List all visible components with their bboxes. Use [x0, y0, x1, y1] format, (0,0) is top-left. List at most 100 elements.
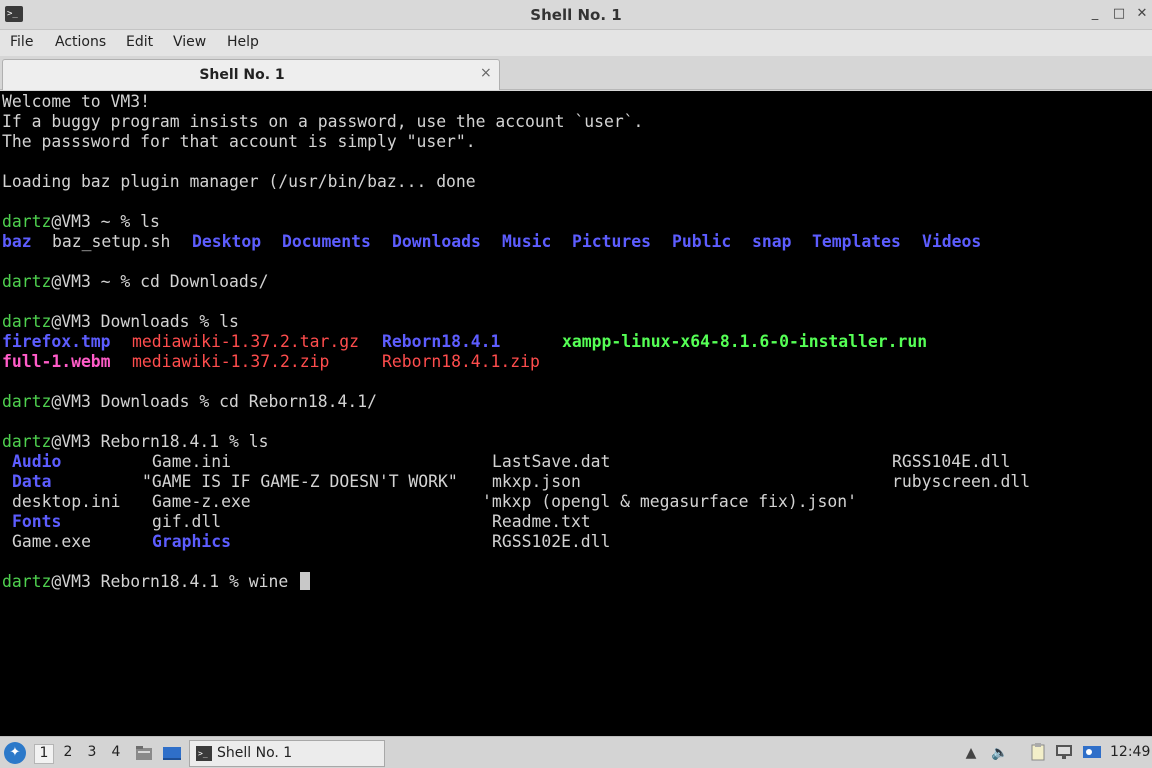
ls-output-reborn-row: Fonts gif.dll Readme.txt	[2, 512, 1102, 532]
tab-label: Shell No. 1	[199, 67, 285, 83]
window-title: Shell No. 1	[530, 6, 622, 24]
prompt-command: cd Downloads/	[140, 272, 269, 291]
ls-entry: Reborn18.4.1	[382, 332, 501, 351]
ls-entry: LastSave.dat	[492, 452, 611, 471]
ls-entry: Fonts	[12, 512, 62, 531]
ls-entry: Game.ini	[152, 452, 231, 471]
prompt-host-path: @VM3 Downloads %	[51, 312, 220, 331]
prompt-user: dartz	[2, 432, 52, 451]
taskbar-task-shell[interactable]: >_ Shell No. 1	[189, 740, 385, 767]
workspace-1[interactable]: 1	[34, 744, 54, 764]
menu-help[interactable]: Help	[227, 34, 259, 50]
terminal-line: Loading baz plugin manager (/usr/bin/baz…	[2, 172, 476, 191]
ls-entry: Desktop	[192, 232, 262, 251]
network-icon[interactable]	[1054, 743, 1074, 763]
ls-entry: baz_setup.sh	[52, 232, 171, 251]
ls-output-reborn-row: Audio Game.ini LastSave.dat RGSS104E.dll	[2, 452, 1102, 472]
workspace-2[interactable]: 2	[58, 744, 78, 764]
prompt-user: dartz	[2, 392, 52, 411]
ls-entry: mkxp.json	[492, 472, 581, 491]
ls-entry: Documents	[282, 232, 371, 251]
ls-entry: Downloads	[392, 232, 481, 251]
ls-entry: Readme.txt	[492, 512, 591, 531]
prompt-host-path: @VM3 Reborn18.4.1 %	[51, 432, 249, 451]
file-manager-icon[interactable]	[134, 743, 154, 763]
text-cursor	[300, 572, 311, 590]
ls-entry: RGSS102E.dll	[492, 532, 611, 551]
workspace-4[interactable]: 4	[106, 744, 126, 764]
prompt-line: dartz@VM3 Downloads % cd Reborn18.4.1/	[2, 392, 377, 412]
taskbar: ✦ 1 2 3 4 >_ Shell No. 1 ▲ 🔈 12:49	[0, 736, 1152, 768]
prompt-command: wine	[248, 572, 299, 591]
tray-up-arrow-icon[interactable]: ▲	[961, 743, 981, 763]
ls-output-reborn-row: desktop.ini Game-z.exe 'mkxp (opengl & m…	[2, 492, 1102, 512]
prompt-host-path: @VM3 ~ %	[51, 212, 141, 231]
workspace-3[interactable]: 3	[82, 744, 102, 764]
ls-entry: "GAME IS IF GAME-Z DOESN'T WORK"	[142, 472, 458, 491]
ls-output-reborn-row: Game.exe Graphics RGSS102E.dll	[2, 532, 1102, 552]
menu-file[interactable]: File	[10, 34, 33, 50]
menu-edit[interactable]: Edit	[126, 34, 153, 50]
maximize-button[interactable]: □	[1110, 5, 1128, 23]
ls-entry: baz	[2, 232, 32, 251]
user-status-icon[interactable]	[1082, 743, 1102, 763]
prompt-line-current[interactable]: dartz@VM3 Reborn18.4.1 % wine	[2, 572, 311, 592]
menu-bar: File Actions Edit View Help	[0, 30, 1152, 56]
ls-entry: Data	[12, 472, 52, 491]
ls-entry: Public	[672, 232, 732, 251]
ls-entry: xampp-linux-x64-8.1.6-0-installer.run	[562, 332, 928, 351]
prompt-command: ls	[248, 432, 269, 451]
terminal-line: Welcome to VM3!	[2, 92, 151, 111]
ls-entry: Graphics	[152, 532, 231, 551]
close-window-button[interactable]: ✕	[1133, 5, 1151, 23]
tab-close-icon[interactable]: ×	[480, 65, 492, 81]
ls-entry: full-1.webm	[2, 352, 111, 371]
ls-entry: Videos	[922, 232, 982, 251]
clipboard-icon[interactable]	[1028, 743, 1048, 763]
prompt-user: dartz	[2, 212, 52, 231]
prompt-line: dartz@VM3 Downloads % ls	[2, 312, 239, 332]
terminal-line: The passsword for that account is simply…	[2, 132, 476, 151]
prompt-command: ls	[219, 312, 239, 331]
ls-entry: firefox.tmp	[2, 332, 111, 351]
prompt-host-path: @VM3 Reborn18.4.1 %	[51, 572, 249, 591]
ls-entry: Game-z.exe	[152, 492, 251, 511]
task-label: Shell No. 1	[217, 745, 293, 761]
volume-icon[interactable]: 🔈	[990, 743, 1010, 763]
ls-entry: Templates	[812, 232, 901, 251]
terminal-line: If a buggy program insists on a password…	[2, 112, 644, 131]
title-bar: >_ Shell No. 1 _ □ ✕	[0, 0, 1152, 30]
prompt-host-path: @VM3 ~ %	[51, 272, 141, 291]
ls-entry: Game.exe	[12, 532, 91, 551]
ls-entry: mediawiki-1.37.2.tar.gz	[132, 332, 359, 351]
tab-shell-1[interactable]: Shell No. 1 ×	[2, 59, 500, 90]
ls-entry: desktop.ini	[12, 492, 121, 511]
clock[interactable]: 12:49	[1110, 744, 1150, 760]
prompt-user: dartz	[2, 572, 52, 591]
prompt-command: ls	[140, 212, 160, 231]
start-menu-icon[interactable]: ✦	[4, 742, 26, 764]
ls-entry: RGSS104E.dll	[892, 452, 1011, 471]
ls-entry: Music	[502, 232, 552, 251]
ls-entry: mediawiki-1.37.2.zip	[132, 352, 330, 371]
ls-output-downloads-row: firefox.tmp mediawiki-1.37.2.tar.gz Rebo…	[2, 332, 1102, 352]
ls-output-downloads-row: full-1.webm mediawiki-1.37.2.zip Reborn1…	[2, 352, 1102, 372]
prompt-user: dartz	[2, 272, 52, 291]
prompt-line: dartz@VM3 ~ % cd Downloads/	[2, 272, 268, 292]
terminal-icon: >_	[196, 746, 212, 761]
ls-entry: snap	[752, 232, 792, 251]
menu-actions[interactable]: Actions	[55, 34, 106, 50]
minimize-button[interactable]: _	[1086, 5, 1104, 23]
prompt-command: cd Reborn18.4.1/	[219, 392, 377, 411]
terminal-output[interactable]: Welcome to VM3! If a buggy program insis…	[0, 91, 1152, 736]
ls-entry: rubyscreen.dll	[892, 472, 1031, 491]
show-desktop-icon[interactable]	[162, 743, 182, 763]
ls-entry: 'mkxp (opengl & megasurface fix).json'	[482, 492, 857, 511]
ls-output-reborn-row: Data "GAME IS IF GAME-Z DOESN'T WORK" mk…	[2, 472, 1102, 492]
prompt-line: dartz@VM3 ~ % ls	[2, 212, 160, 232]
ls-entry: Audio	[12, 452, 62, 471]
ls-entry: Pictures	[572, 232, 651, 251]
prompt-line: dartz@VM3 Reborn18.4.1 % ls	[2, 432, 268, 452]
prompt-host-path: @VM3 Downloads %	[51, 392, 220, 411]
menu-view[interactable]: View	[173, 34, 206, 50]
